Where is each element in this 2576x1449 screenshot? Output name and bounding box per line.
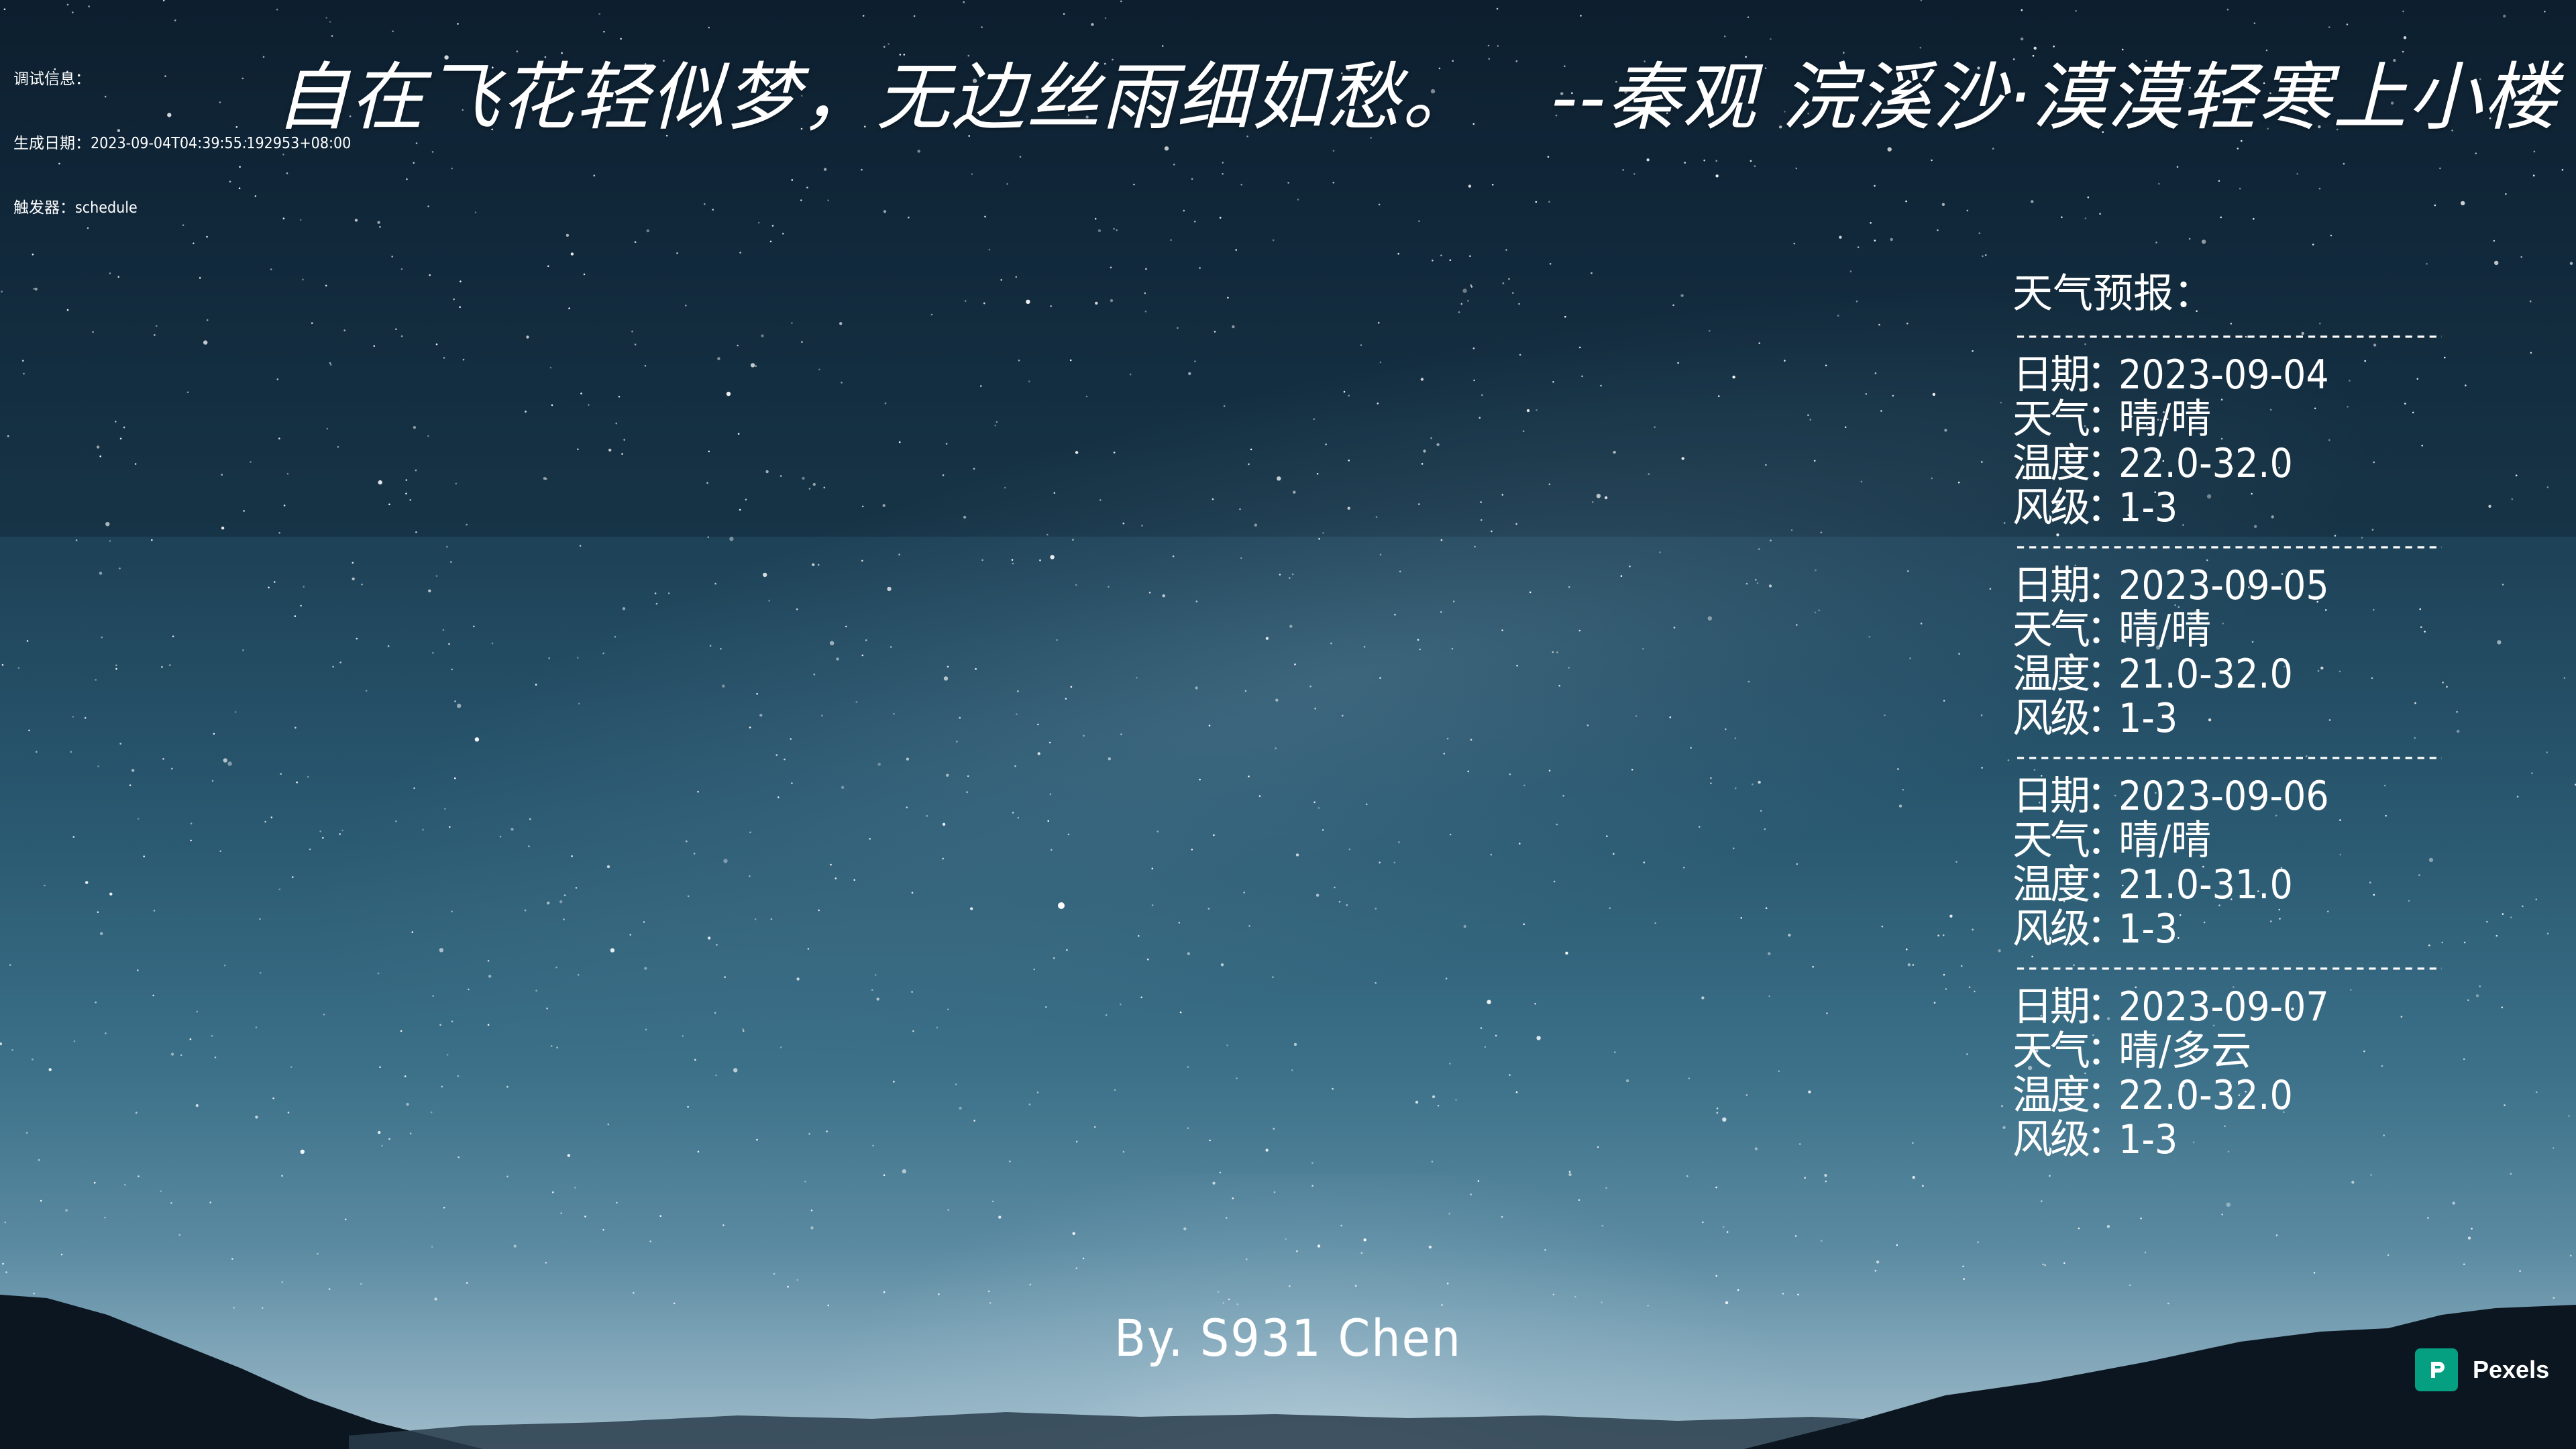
forecast-temp-label: 温度 — [2012, 440, 2090, 487]
forecast-day: 日期：2023-09-04 天气：晴/晴 温度：22.0-32.0 风级：1-3 — [2012, 349, 2442, 533]
debug-generated-label: 生成日期： — [13, 135, 91, 152]
forecast-separator: ： — [2086, 983, 2127, 1030]
forecast-date-label: 日期 — [2012, 983, 2090, 1030]
forecast-weather-value: 晴/晴 — [2118, 817, 2212, 864]
forecast-wind-value: 1-3 — [2118, 1116, 2178, 1163]
forecast-wind-label: 风级 — [2012, 1116, 2090, 1163]
forecast-wind-row: 风级：1-3 — [2012, 486, 2442, 530]
forecast-separator: ： — [2086, 651, 2127, 698]
weather-title: 天气预报： — [2012, 270, 2214, 317]
debug-trigger-row: 触发器：schedule — [13, 197, 351, 219]
forecast-separator: ： — [2086, 562, 2127, 609]
forecast-weather-row: 天气：晴/晴 — [2012, 397, 2442, 441]
forecast-date-row: 日期：2023-09-05 — [2012, 564, 2442, 608]
forecast-temp-row: 温度：21.0-32.0 — [2012, 652, 2442, 696]
forecast-wind-row: 风级：1-3 — [2012, 696, 2442, 741]
poem-text: 自在飞花轻似梦，无边丝雨细如愁。 — [275, 54, 1477, 140]
forecast-separator: ： — [2086, 606, 2127, 653]
pexels-label: Pexels — [2473, 1356, 2550, 1383]
forecast-wind-label: 风级 — [2012, 906, 2090, 953]
forecast-wind-value: 1-3 — [2118, 695, 2178, 742]
forecast-weather-label: 天气 — [2012, 606, 2090, 653]
forecast-date-row: 日期：2023-09-04 — [2012, 353, 2442, 397]
forecast-separator: ： — [2086, 906, 2127, 953]
forecast-separator: ： — [2086, 440, 2127, 487]
forecast-separator: ： — [2086, 396, 2127, 443]
debug-trigger-value: schedule — [75, 199, 138, 217]
forecast-separator: ： — [2086, 861, 2127, 908]
forecast-day: 日期：2023-09-07 天气：晴/多云 温度：22.0-32.0 风级：1-3 — [2012, 981, 2442, 1165]
forecast-temp-value: 21.0-32.0 — [2118, 651, 2293, 698]
forecast-weather-row: 天气：晴/晴 — [2012, 608, 2442, 652]
forecast-separator: ： — [2086, 1028, 2127, 1075]
forecast-date-row: 日期：2023-09-06 — [2012, 774, 2442, 818]
forecast-wind-row: 风级：1-3 — [2012, 1118, 2442, 1162]
author-signature: By. S931 Chen — [1114, 1308, 1462, 1368]
forecast-separator: ： — [2086, 695, 2127, 742]
forecast-divider: ---------------------------------------- — [2012, 954, 2442, 981]
forecast-temp-label: 温度 — [2012, 1072, 2090, 1119]
forecast-temp-row: 温度：21.0-31.0 — [2012, 863, 2442, 907]
forecast-wind-row: 风级：1-3 — [2012, 907, 2442, 951]
forecast-wind-label: 风级 — [2012, 695, 2090, 742]
forecast-wind-value: 1-3 — [2118, 906, 2178, 953]
forecast-separator: ： — [2086, 484, 2127, 531]
weather-days: ----------------------------------------… — [2012, 322, 2442, 1165]
poem-attribution: --秦观 浣溪沙·漠漠轻寒上小楼 — [1551, 54, 2559, 140]
forecast-separator: ： — [2086, 352, 2127, 398]
forecast-divider: ---------------------------------------- — [2012, 533, 2442, 559]
forecast-date-value: 2023-09-05 — [2118, 562, 2329, 609]
forecast-wind-value: 1-3 — [2118, 484, 2178, 531]
desktop-wallpaper: 调试信息： 生成日期：2023-09-04T04:39:55.192953+08… — [0, 0, 2576, 1449]
forecast-weather-label: 天气 — [2012, 396, 2090, 443]
forecast-temp-label: 温度 — [2012, 651, 2090, 698]
forecast-date-value: 2023-09-06 — [2118, 773, 2329, 820]
forecast-weather-row: 天气：晴/多云 — [2012, 1029, 2442, 1073]
forecast-date-label: 日期 — [2012, 773, 2090, 820]
forecast-separator: ： — [2086, 1072, 2127, 1119]
forecast-weather-label: 天气 — [2012, 817, 2090, 864]
forecast-date-label: 日期 — [2012, 562, 2090, 609]
forecast-separator: ： — [2086, 817, 2127, 864]
forecast-date-label: 日期 — [2012, 352, 2090, 398]
forecast-temp-value: 22.0-32.0 — [2118, 440, 2293, 487]
forecast-temp-label: 温度 — [2012, 861, 2090, 908]
forecast-date-value: 2023-09-07 — [2118, 983, 2329, 1030]
pexels-credit[interactable]: Pexels — [2415, 1348, 2549, 1391]
forecast-temp-row: 温度：22.0-32.0 — [2012, 441, 2442, 486]
forecast-separator: ： — [2086, 773, 2127, 820]
forecast-day: 日期：2023-09-06 天气：晴/晴 温度：21.0-31.0 风级：1-3 — [2012, 770, 2442, 954]
poem-banner: 自在飞花轻似梦，无边丝雨细如愁。 --秦观 浣溪沙·漠漠轻寒上小楼 — [275, 40, 2557, 154]
forecast-separator: ： — [2086, 1116, 2127, 1163]
forecast-date-value: 2023-09-04 — [2118, 352, 2329, 398]
forecast-temp-value: 21.0-31.0 — [2118, 861, 2293, 908]
weather-forecast-panel: 天气预报： ----------------------------------… — [2012, 267, 2442, 1165]
forecast-divider: ---------------------------------------- — [2012, 743, 2442, 770]
debug-trigger-label: 触发器： — [13, 199, 75, 217]
forecast-weather-row: 天气：晴/晴 — [2012, 818, 2442, 863]
forecast-temp-row: 温度：22.0-32.0 — [2012, 1073, 2442, 1118]
forecast-temp-value: 22.0-32.0 — [2118, 1072, 2293, 1119]
forecast-wind-label: 风级 — [2012, 484, 2090, 531]
forecast-weather-label: 天气 — [2012, 1028, 2090, 1075]
forecast-day: 日期：2023-09-05 天气：晴/晴 温度：21.0-32.0 风级：1-3 — [2012, 559, 2442, 743]
forecast-weather-value: 晴/晴 — [2118, 396, 2212, 443]
pexels-logo-icon — [2415, 1348, 2458, 1391]
forecast-weather-value: 晴/多云 — [2118, 1028, 2252, 1075]
forecast-weather-value: 晴/晴 — [2118, 606, 2212, 653]
forecast-divider: ---------------------------------------- — [2012, 322, 2442, 349]
forecast-date-row: 日期：2023-09-07 — [2012, 985, 2442, 1029]
